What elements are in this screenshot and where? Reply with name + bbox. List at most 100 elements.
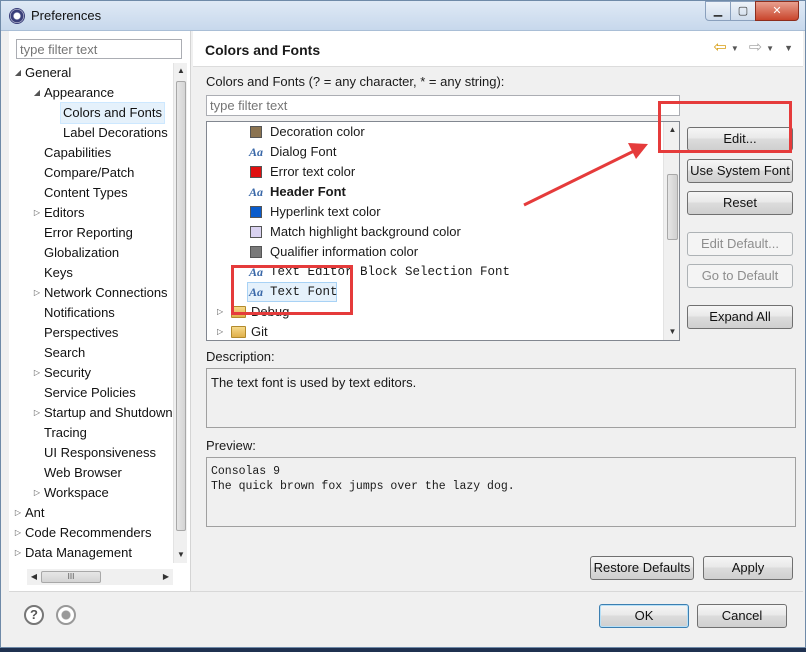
text-font-highlight-box — [231, 265, 353, 315]
nav-horizontal-scrollbar[interactable]: ◀ III ▶ — [27, 569, 173, 585]
expanded-twisty-icon[interactable]: ◢ — [32, 83, 42, 103]
scroll-up-arrow-icon[interactable]: ▲ — [174, 63, 188, 79]
color-swatch-icon — [250, 226, 262, 238]
entry-label: Decoration color — [270, 124, 365, 139]
colors-tree-scrollbar[interactable]: ▲ ▼ — [663, 122, 679, 340]
collapsed-twisty-icon[interactable]: ▷ — [217, 302, 223, 322]
tree-item[interactable]: ▷ Ant — [9, 503, 173, 523]
description-label: Description: — [206, 349, 275, 364]
scroll-down-arrow-icon[interactable]: ▼ — [664, 324, 679, 340]
annotation-arrow-icon — [523, 143, 648, 207]
tree-item[interactable]: Label Decorations — [9, 123, 173, 143]
tree-item[interactable]: ▷ Data Management — [9, 543, 173, 563]
tree-item[interactable]: ▷ Network Connections — [9, 283, 173, 303]
tree-item[interactable]: UI Responsiveness — [9, 443, 173, 463]
colors-filter-label: Colors and Fonts (? = any character, * =… — [206, 74, 505, 89]
color-entry[interactable]: Match highlight background color — [207, 222, 657, 242]
description-box: The text font is used by text editors. — [206, 368, 796, 428]
nav-vertical-scrollbar[interactable]: ▲ ▼ — [173, 63, 187, 563]
nav-hscroll-thumb[interactable]: III — [41, 571, 101, 583]
preview-box: Consolas 9 The quick brown fox jumps ove… — [206, 457, 796, 527]
collapsed-twisty-icon[interactable]: ▷ — [13, 503, 23, 523]
tree-item-label: Globalization — [44, 245, 120, 260]
collapsed-twisty-icon[interactable]: ▷ — [32, 283, 42, 303]
tree-item[interactable]: Notifications — [9, 303, 173, 323]
nav-filter-input[interactable] — [16, 39, 182, 59]
tree-item[interactable]: Error Reporting — [9, 223, 173, 243]
collapsed-twisty-icon[interactable]: ▷ — [32, 403, 42, 423]
entry-label: Error text color — [270, 164, 356, 179]
entry-label: Header Font — [270, 184, 346, 199]
collapsed-twisty-icon[interactable]: ▷ — [217, 322, 223, 340]
tree-item-label: Ant — [25, 505, 45, 520]
use-system-font-button[interactable]: Use System Font — [687, 159, 793, 183]
page-header: Colors and Fonts ⇦ ▼ ⇨ ▼ ▼ — [193, 31, 803, 67]
tree-item[interactable]: Content Types — [9, 183, 173, 203]
tree-item[interactable]: ◢ Appearance — [9, 83, 173, 103]
collapsed-twisty-icon[interactable]: ▷ — [13, 543, 23, 563]
tree-item-label: Notifications — [44, 305, 115, 320]
tree-item[interactable]: ▷ Startup and Shutdown — [9, 403, 173, 423]
tree-item[interactable]: ▷ Editors — [9, 203, 173, 223]
collapsed-twisty-icon[interactable]: ▷ — [13, 523, 23, 543]
expanded-twisty-icon[interactable]: ◢ — [13, 63, 23, 83]
restore-defaults-button[interactable]: Restore Defaults — [590, 556, 694, 580]
tree-item-label: Search — [44, 345, 86, 360]
apply-button[interactable]: Apply — [703, 556, 793, 580]
reset-button[interactable]: Reset — [687, 191, 793, 215]
ok-button[interactable]: OK — [599, 604, 689, 628]
maximize-button[interactable]: ▢ — [730, 1, 756, 21]
tree-item[interactable]: Tracing — [9, 423, 173, 443]
tree-item-label: Web Browser — [44, 465, 122, 480]
colors-tree-scroll-thumb[interactable] — [667, 174, 678, 240]
go-to-default-button[interactable]: Go to Default — [687, 264, 793, 288]
tree-item-label: Tracing — [44, 425, 87, 440]
expand-all-button[interactable]: Expand All — [687, 305, 793, 329]
collapsed-twisty-icon[interactable]: ▷ — [32, 483, 42, 503]
tree-item[interactable]: Keys — [9, 263, 173, 283]
tree-item[interactable]: ▷ Security — [9, 363, 173, 383]
entry-label: Match highlight background color — [270, 224, 461, 239]
edit-default-button[interactable]: Edit Default... — [687, 232, 793, 256]
scroll-right-arrow-icon[interactable]: ▶ — [159, 569, 173, 585]
forward-arrow-icon[interactable]: ⇨ — [749, 40, 762, 56]
tree-item[interactable]: Web Browser — [9, 463, 173, 483]
cancel-button[interactable]: Cancel — [697, 604, 787, 628]
record-icon[interactable] — [56, 605, 76, 625]
collapsed-twisty-icon[interactable]: ▷ — [32, 363, 42, 383]
collapsed-twisty-icon[interactable]: ▷ — [32, 203, 42, 223]
tree-item[interactable]: ▷ Code Recommenders — [9, 523, 173, 543]
entry-label: Hyperlink text color — [270, 204, 381, 219]
close-button[interactable]: ✕ — [755, 1, 799, 21]
tree-item-label: Keys — [44, 265, 73, 280]
tree-item[interactable]: ▷ Workspace — [9, 483, 173, 503]
nav-scroll-thumb[interactable] — [176, 81, 186, 531]
color-entry[interactable]: Qualifier information color — [207, 242, 657, 262]
tree-item[interactable]: Colors and Fonts — [9, 102, 173, 124]
minimize-button[interactable]: ▁ — [705, 1, 731, 21]
window-controls: ▁ ▢ ✕ — [705, 1, 799, 21]
tree-item-label: Data Management — [25, 545, 132, 560]
color-swatch-icon — [250, 246, 262, 258]
colors-filter-input[interactable] — [206, 95, 680, 116]
tree-item[interactable]: Compare/Patch — [9, 163, 173, 183]
scroll-left-arrow-icon[interactable]: ◀ — [27, 569, 41, 585]
tree-item[interactable]: ◢ General — [9, 63, 173, 83]
tree-item[interactable]: Service Policies — [9, 383, 173, 403]
category-group[interactable]: ▷ Git — [207, 322, 657, 340]
tree-item[interactable]: Globalization — [9, 243, 173, 263]
view-menu-icon[interactable]: ▼ — [784, 43, 793, 53]
scroll-down-arrow-icon[interactable]: ▼ — [174, 547, 188, 563]
tree-item[interactable]: Search — [9, 343, 173, 363]
forward-dropdown-icon[interactable]: ▼ — [766, 44, 774, 53]
tree-item[interactable]: Capabilities — [9, 143, 173, 163]
preview-label: Preview: — [206, 438, 256, 453]
back-dropdown-icon[interactable]: ▼ — [731, 44, 739, 53]
color-swatch-icon — [250, 206, 262, 218]
help-icon[interactable]: ? — [24, 605, 44, 625]
group-label: Git — [251, 324, 268, 339]
tree-item-label: Appearance — [44, 85, 115, 100]
tree-item-label: Editors — [44, 205, 85, 220]
tree-item[interactable]: Perspectives — [9, 323, 173, 343]
back-arrow-icon[interactable]: ⇦ — [713, 40, 726, 56]
